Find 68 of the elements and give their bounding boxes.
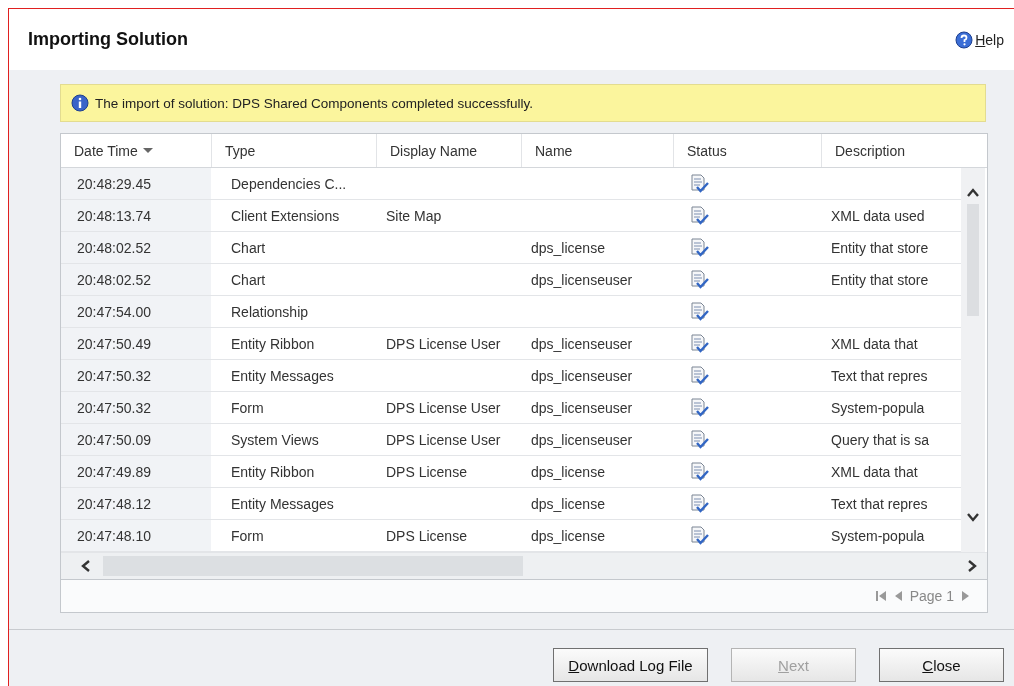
table-cell: 20:47:50.32 (77, 399, 151, 416)
help-icon (955, 30, 974, 49)
table-cell: DPS License User (386, 335, 501, 352)
column-header[interactable]: Description (821, 134, 961, 167)
table-cell: Text that repres (831, 495, 928, 512)
sort-descending-icon (142, 147, 153, 154)
table-cell: Entity that store (831, 239, 929, 256)
table-cell: DPS License (386, 463, 467, 480)
table-cell: dps_license (531, 239, 605, 256)
info-icon (71, 94, 89, 112)
table-cell: Client Extensions (231, 207, 340, 224)
table-cell: dps_licenseuser (531, 367, 633, 384)
first-page-icon[interactable] (875, 590, 887, 602)
table-cell: DPS License (386, 527, 467, 544)
table-cell: 20:47:50.49 (77, 335, 151, 352)
table-cell: Entity Ribbon (231, 335, 315, 352)
table-cell: Form (231, 399, 264, 416)
column-header[interactable]: Date Time (61, 134, 211, 167)
column-header[interactable]: Name (521, 134, 673, 167)
page-label: Page 1 (909, 588, 954, 604)
table-cell: dps_license (531, 527, 605, 544)
next-page-icon[interactable] (960, 590, 971, 602)
column-header[interactable]: Status (673, 134, 821, 167)
table-cell: 20:47:50.09 (77, 431, 151, 448)
table-cell: DPS License User (386, 399, 501, 416)
table-cell: 20:47:49.89 (77, 463, 151, 480)
table-cell: dps_licenseuser (531, 399, 633, 416)
table-cell: 20:47:48.12 (77, 495, 151, 512)
table-cell: Site Map (386, 207, 442, 224)
table-cell: 20:48:29.45 (77, 175, 151, 192)
table-cell: 20:47:50.32 (77, 367, 151, 384)
horizontal-scrollbar[interactable] (61, 552, 987, 579)
help-link[interactable]: Help (955, 30, 1004, 49)
table-cell: Entity Messages (231, 367, 334, 384)
table-cell: Relationship (231, 303, 309, 320)
table-cell: XML data that (831, 463, 918, 480)
table-cell: dps_license (531, 495, 605, 512)
table-cell: System Views (231, 431, 319, 448)
column-header[interactable]: Display Name (376, 134, 521, 167)
table-cell: Form (231, 527, 264, 544)
table-cell: XML data that (831, 335, 918, 352)
table-cell: 20:48:02.52 (77, 239, 151, 256)
table-cell: DPS License User (386, 431, 501, 448)
table-cell: dps_licenseuser (531, 335, 633, 352)
table-cell: Dependencies C... (231, 175, 347, 192)
dialog-button[interactable]: Close (879, 648, 1004, 682)
table-cell: dps_licenseuser (531, 271, 633, 288)
table-cell: 20:48:02.52 (77, 271, 151, 288)
table-cell: 20:47:48.10 (77, 527, 151, 544)
table-cell: Chart (231, 271, 266, 288)
table-cell: System-popula (831, 527, 925, 544)
table-cell: Query that is sa (831, 431, 930, 448)
dialog-button[interactable]: Download Log File (553, 648, 708, 682)
table-cell: Text that repres (831, 367, 928, 384)
table-cell: Chart (231, 239, 266, 256)
table-cell: XML data used (831, 207, 925, 224)
table-cell: 20:47:54.00 (77, 303, 151, 320)
table-cell: Entity Messages (231, 495, 334, 512)
table-cell: System-popula (831, 399, 925, 416)
table-cell: Entity that store (831, 271, 929, 288)
column-header[interactable]: Type (211, 134, 376, 167)
notification-text: The import of solution: DPS Shared Components completed successfully. (95, 95, 533, 111)
dialog-title: Importing Solution (28, 29, 188, 50)
table-cell: Entity Ribbon (231, 463, 315, 480)
vertical-scrollbar[interactable] (961, 168, 985, 552)
table-cell: 20:48:13.74 (77, 207, 151, 224)
table-cell: dps_licenseuser (531, 431, 633, 448)
table-cell: dps_license (531, 463, 605, 480)
